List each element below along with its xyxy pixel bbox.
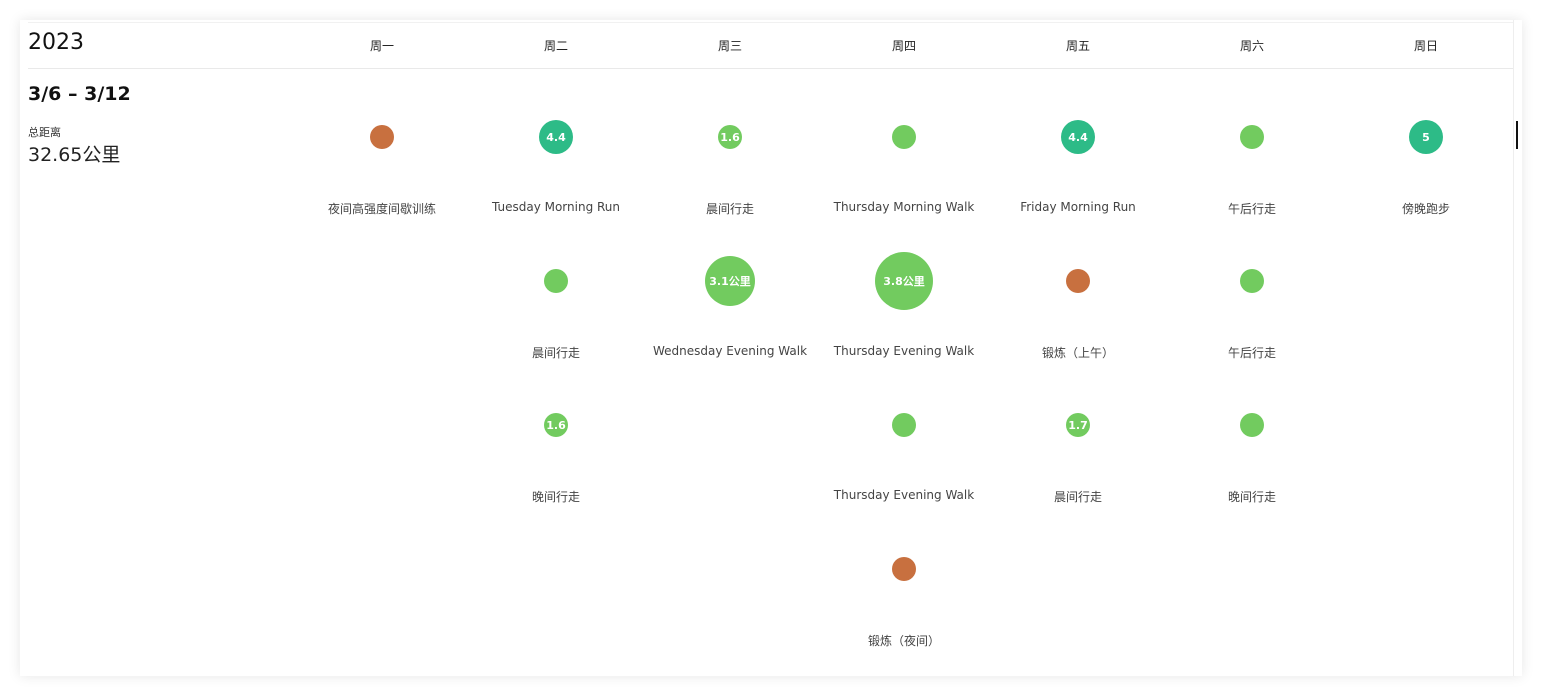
scrollbar-thumb[interactable] bbox=[1516, 121, 1518, 149]
activity-marker[interactable]: 3.8公里 bbox=[875, 252, 933, 310]
weekday-header-sun: 周日 bbox=[1413, 39, 1438, 53]
activity-name[interactable]: 傍晚跑步 bbox=[1339, 200, 1513, 217]
top-divider bbox=[28, 22, 1514, 23]
activity-name[interactable]: Thursday Evening Walk bbox=[817, 344, 991, 358]
weekday-header-thu: 周四 bbox=[891, 39, 916, 53]
weekly-calendar-card: 2023 周一 周二 周三 周四 周五 周六 周日 3/6 – 3/12 总距离… bbox=[20, 20, 1522, 676]
activity-marker[interactable] bbox=[892, 413, 916, 437]
activity-marker[interactable] bbox=[1240, 413, 1264, 437]
total-distance-label: 总距离 bbox=[28, 126, 61, 139]
weekday-header-sat: 周六 bbox=[1239, 39, 1264, 53]
activity-marker[interactable]: 3.1公里 bbox=[705, 256, 755, 306]
scroll-track bbox=[1513, 20, 1514, 676]
header-divider bbox=[28, 68, 1514, 69]
activity-marker[interactable]: 1.7 bbox=[1066, 413, 1090, 437]
activity-name[interactable]: 锻炼（上午） bbox=[991, 344, 1165, 361]
activity-marker[interactable]: 5 bbox=[1409, 120, 1443, 154]
weekday-header-mon: 周一 bbox=[369, 39, 394, 53]
activity-marker[interactable] bbox=[892, 557, 916, 581]
activity-marker[interactable] bbox=[370, 125, 394, 149]
activity-name[interactable]: 晚间行走 bbox=[469, 488, 643, 505]
weekday-header-tue: 周二 bbox=[543, 39, 568, 53]
activity-marker[interactable] bbox=[1240, 269, 1264, 293]
week-range: 3/6 – 3/12 bbox=[28, 83, 131, 105]
activity-name[interactable]: 午后行走 bbox=[1165, 344, 1339, 361]
activity-name[interactable]: Tuesday Morning Run bbox=[469, 200, 643, 214]
year-title: 2023 bbox=[28, 30, 84, 55]
activity-marker[interactable]: 1.6 bbox=[718, 125, 742, 149]
activity-marker[interactable]: 1.6 bbox=[544, 413, 568, 437]
weekday-header-wed: 周三 bbox=[717, 39, 742, 53]
activity-name[interactable]: 晨间行走 bbox=[991, 488, 1165, 505]
activity-marker[interactable] bbox=[1066, 269, 1090, 293]
activity-name[interactable]: 晨间行走 bbox=[469, 344, 643, 361]
activity-marker[interactable]: 4.4 bbox=[539, 120, 573, 154]
activity-name[interactable]: Thursday Morning Walk bbox=[817, 200, 991, 214]
activity-marker[interactable] bbox=[544, 269, 568, 293]
activity-name[interactable]: 晨间行走 bbox=[643, 200, 817, 217]
activity-name[interactable]: 午后行走 bbox=[1165, 200, 1339, 217]
activity-marker[interactable] bbox=[1240, 125, 1264, 149]
activity-name[interactable]: 夜间高强度间歇训练 bbox=[295, 200, 469, 217]
weekday-header-fri: 周五 bbox=[1065, 39, 1090, 53]
activity-marker[interactable]: 4.4 bbox=[1061, 120, 1095, 154]
activity-name[interactable]: Friday Morning Run bbox=[991, 200, 1165, 214]
total-distance-value: 32.65公里 bbox=[28, 144, 121, 166]
activity-name[interactable]: Thursday Evening Walk bbox=[817, 488, 991, 502]
activity-marker[interactable] bbox=[892, 125, 916, 149]
activity-name[interactable]: 锻炼（夜间） bbox=[817, 632, 991, 649]
activity-name[interactable]: Wednesday Evening Walk bbox=[643, 344, 817, 358]
activity-name[interactable]: 晚间行走 bbox=[1165, 488, 1339, 505]
